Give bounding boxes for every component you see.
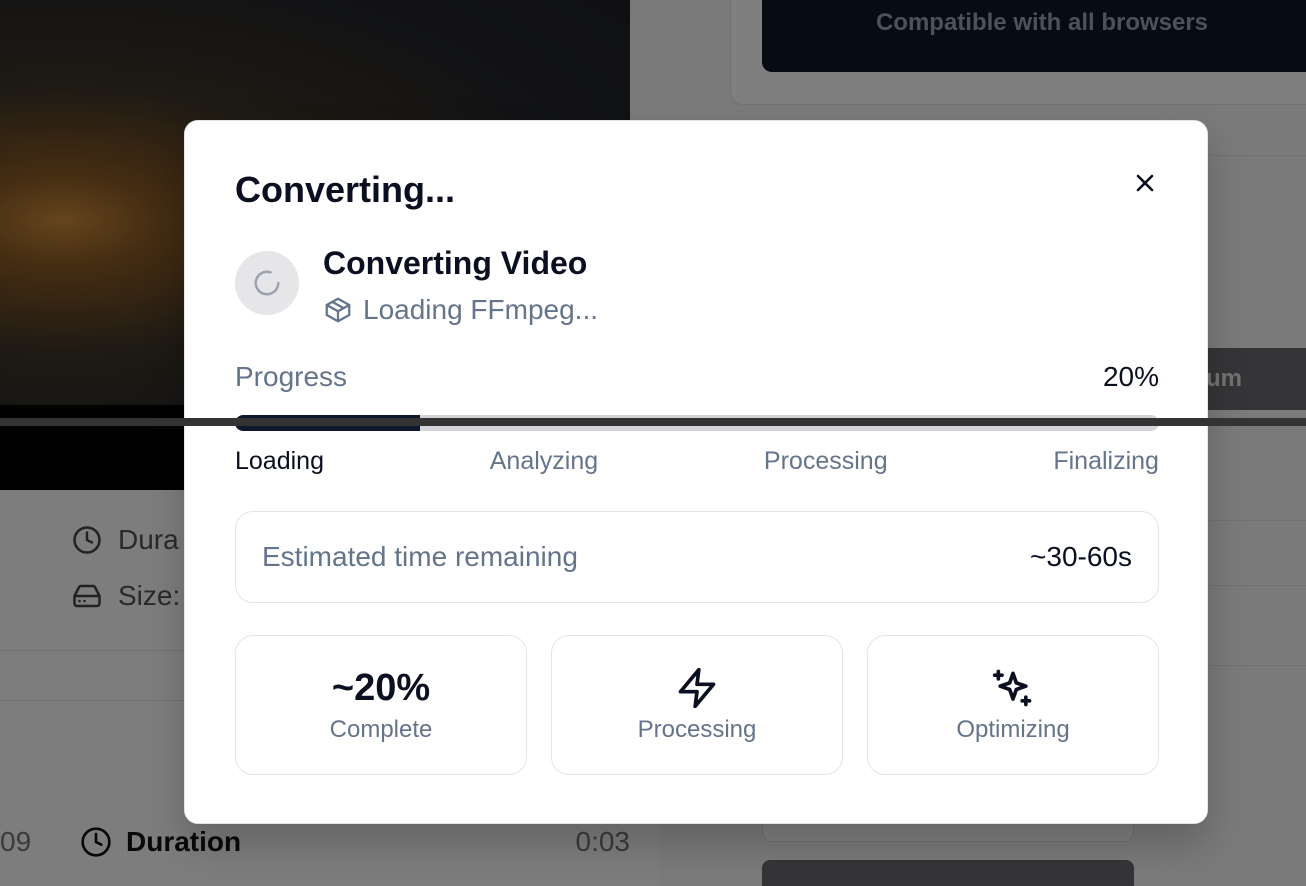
step-processing: Processing <box>763 447 888 475</box>
complete-tile: ~20% Complete <box>235 635 527 775</box>
conversion-status: Converting Video Loading FFmpeg... <box>235 245 598 326</box>
status-subtitle: Loading FFmpeg... <box>323 294 598 326</box>
complete-label: Complete <box>329 715 433 743</box>
package-icon <box>325 297 351 323</box>
eta-box: Estimated time remaining ~30-60s <box>235 511 1159 603</box>
status-tiles: ~20% Complete Processing Optimizing <box>235 635 1159 775</box>
step-loading: Loading <box>235 447 324 475</box>
eta-value: ~30-60s <box>1030 541 1132 572</box>
optimizing-tile: Optimizing <box>867 635 1159 775</box>
close-icon <box>1136 174 1154 192</box>
optimizing-label: Optimizing <box>956 716 1070 743</box>
step-analyzing: Analyzing <box>489 447 599 475</box>
progress-header: Progress 20% <box>235 361 1159 393</box>
processing-label: Processing <box>637 716 757 743</box>
zap-icon <box>678 667 716 709</box>
status-title: Converting Video <box>323 245 588 281</box>
eta-label: Estimated time remaining <box>262 541 578 572</box>
progress-label: Progress <box>235 361 348 392</box>
modal-title: Converting... <box>235 169 456 210</box>
status-subtitle-text: Loading FFmpeg... <box>363 294 599 325</box>
step-finalizing: Finalizing <box>1053 447 1159 475</box>
complete-value: ~20% <box>331 666 431 709</box>
close-button[interactable] <box>1127 165 1163 201</box>
loader-icon <box>254 270 280 296</box>
processing-tile: Processing <box>551 635 843 775</box>
conversion-modal: Converting... Converting Video Loading F… <box>184 120 1208 824</box>
progress-steps: Loading Analyzing Processing Finalizing <box>235 447 1159 476</box>
spinner <box>235 251 299 315</box>
sparkles-icon <box>992 669 1032 707</box>
progress-value: 20% <box>1102 361 1159 392</box>
video-seek-bar[interactable] <box>0 418 1306 426</box>
